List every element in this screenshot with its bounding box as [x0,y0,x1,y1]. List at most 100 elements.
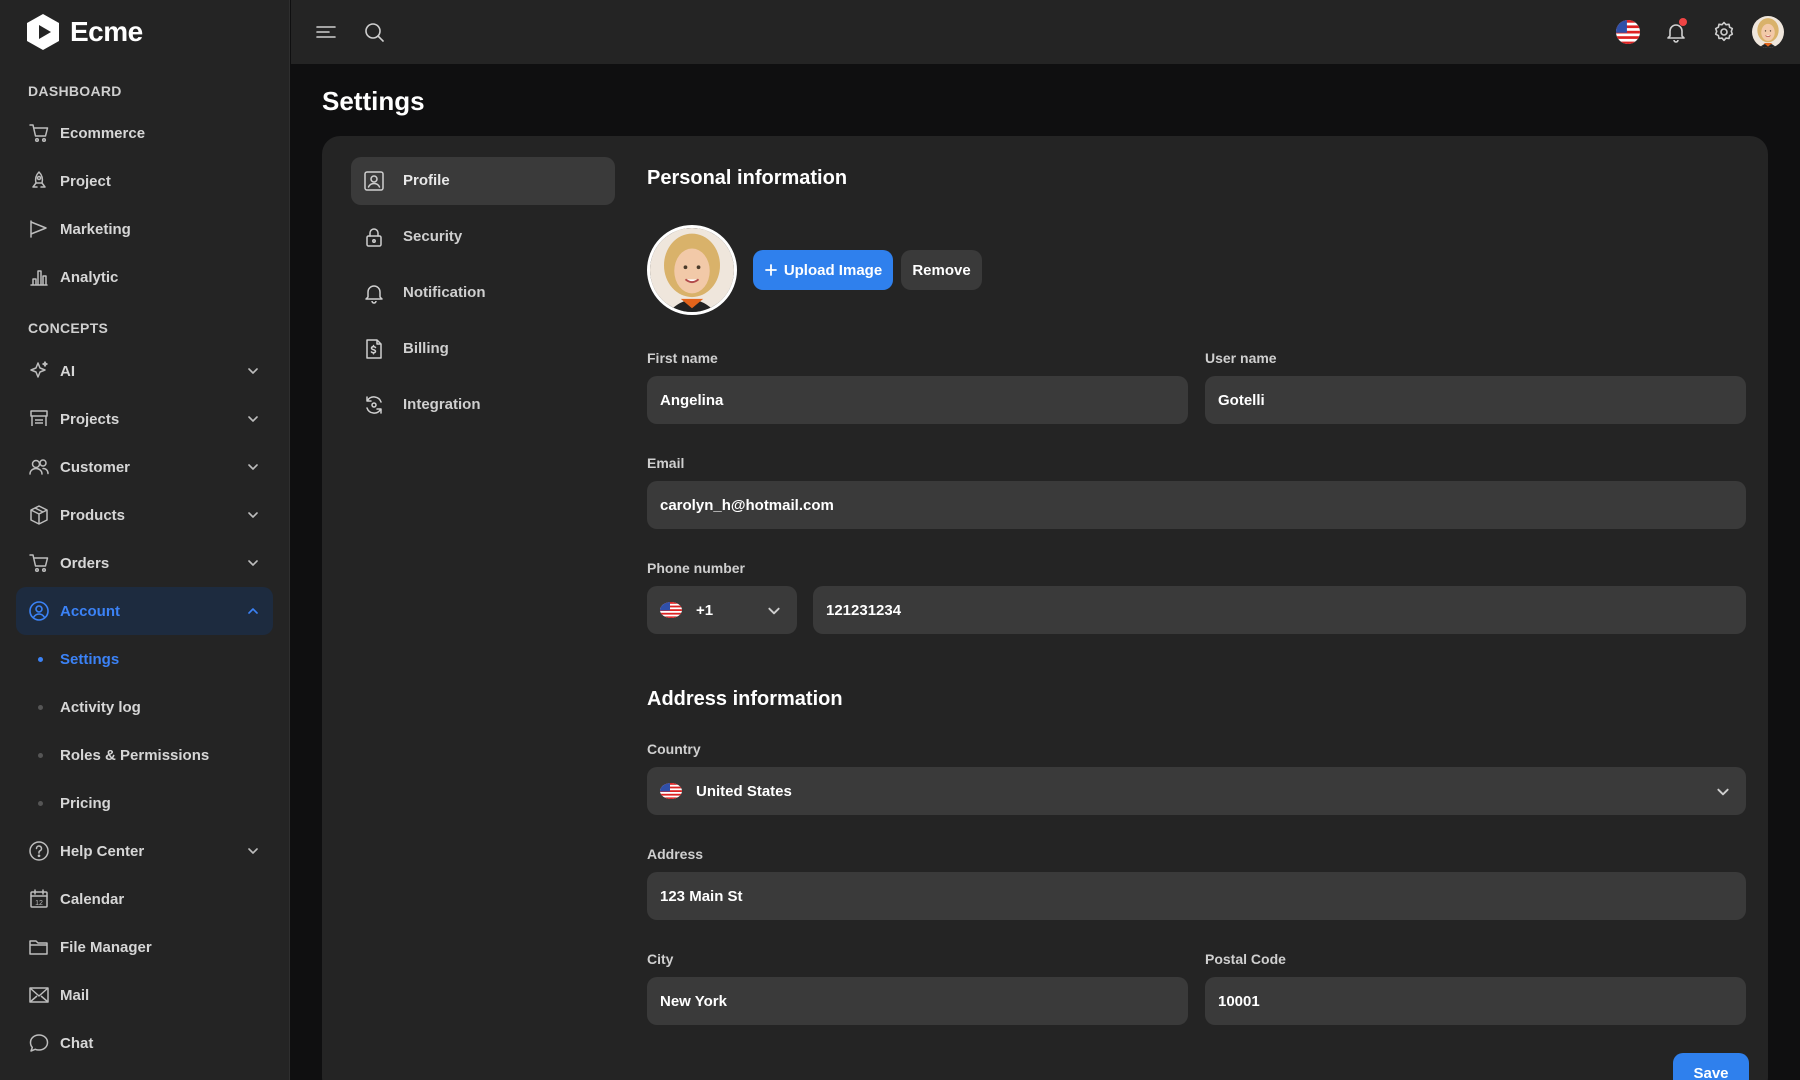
sidebar-item-projects[interactable]: Projects [16,395,273,443]
us-flag-icon [660,783,682,799]
app-logo[interactable]: Ecme [24,12,143,52]
logo-icon [27,14,59,50]
sidebar-subitem-activity-log[interactable]: Activity log [16,685,273,729]
tab-label: Profile [403,172,450,189]
lock-icon [366,228,382,247]
dial-code-select[interactable]: +1 [647,586,797,634]
city-field[interactable]: New York [647,977,1188,1025]
sidebar-item-ai[interactable]: AI [16,347,273,395]
sidebar-item-mail[interactable]: Mail [16,971,273,1019]
sidebar-item-products[interactable]: Products [16,491,273,539]
email-field[interactable]: carolyn_h@hotmail.com [647,481,1746,529]
phone-label: Phone number [647,560,746,576]
sidebar-subitem-settings[interactable]: Settings [16,637,273,681]
bullet-dot [38,656,43,662]
sidebar-item-help-center[interactable]: Help Center [16,827,273,875]
invoice-icon [366,339,382,359]
users-icon [29,459,49,475]
sidebar-item-calendar[interactable]: 12 Calendar [16,875,273,923]
sidebar-item-label: Marketing [60,220,131,238]
tab-profile[interactable]: Profile [351,157,615,205]
postal-code-field[interactable]: 10001 [1205,977,1746,1025]
chevron-up-icon [248,608,258,614]
sidebar: Ecme DASHBOARD Ecommerce Project Marketi… [0,0,290,1080]
mail-icon [29,987,49,1003]
profile-avatar [647,225,737,315]
bullet-dot [38,704,43,710]
sidebar-item-marketing[interactable]: Marketing [16,205,273,253]
gear-icon[interactable] [1712,20,1736,44]
save-button[interactable]: Save [1673,1053,1749,1080]
sidebar-item-chat[interactable]: Chat [16,1019,273,1067]
address-field[interactable]: 123 Main St [647,872,1746,920]
country-label: Country [647,741,701,757]
phone-number-field[interactable]: 121231234 [813,586,1746,634]
sidebar-subitem-label: Roles & Permissions [60,746,210,764]
sidebar-subitem-pricing[interactable]: Pricing [16,781,273,825]
tab-integration[interactable]: Integration [351,381,615,429]
chevron-down-icon [247,509,259,521]
sidebar-item-ecommerce[interactable]: Ecommerce [16,109,273,157]
calendar-icon: 12 [30,889,48,908]
sidebar-item-file-manager[interactable]: File Manager [16,923,273,971]
country-select[interactable]: United States [647,767,1746,815]
tab-label: Security [403,228,463,245]
box-icon [30,505,48,525]
sidebar-item-analytic[interactable]: Analytic [16,253,273,301]
email-label: Email [647,455,685,471]
profile-icon [364,171,384,191]
top-bar [291,0,1800,64]
personal-info-heading: Personal information [647,167,848,189]
user-avatar[interactable] [1752,16,1784,48]
sidebar-item-label: AI [60,362,75,380]
sidebar-item-label: Help Center [60,842,145,860]
chevron-down-icon [247,365,259,377]
us-flag-icon [660,602,682,618]
tab-billing[interactable]: Billing [351,325,615,373]
sidebar-item-orders[interactable]: Orders [16,539,273,587]
country-value: United States [696,782,792,800]
folder-icon [29,940,48,955]
sidebar-item-label: Ecommerce [60,124,146,142]
tab-notification[interactable]: Notification [351,269,615,317]
page-title: Settings [322,86,425,116]
address-label: Address [647,846,704,862]
sidebar-item-label: Project [60,172,111,190]
tab-label: Integration [403,396,481,413]
sidebar-item-project[interactable]: Project [16,157,273,205]
chevron-down-icon [247,461,259,473]
dial-code-value: +1 [696,601,714,619]
sidebar-subitem-label: Settings [60,650,120,668]
sidebar-item-label: Analytic [60,268,119,286]
section-title-concepts: CONCEPTS [28,320,109,336]
postal-code-label: Postal Code [1205,951,1286,967]
sidebar-item-customer[interactable]: Customer [16,443,273,491]
help-circle-icon [29,841,49,861]
sidebar-subitem-roles-permissions[interactable]: Roles & Permissions [16,733,273,777]
bell-icon [365,285,383,304]
search-icon[interactable] [362,20,386,44]
menu-toggle-icon[interactable] [314,20,338,44]
user-name-field[interactable]: Gotelli [1205,376,1746,424]
sidebar-item-label: Customer [60,458,131,476]
rocket-icon [32,171,46,188]
first-name-field[interactable]: Angelina [647,376,1188,424]
sidebar-item-label: Chat [60,1034,94,1052]
sidebar-item-label: File Manager [60,938,152,956]
plus-icon [764,264,777,276]
language-flag-icon[interactable] [1616,20,1640,44]
tab-label: Billing [403,340,449,357]
upload-image-button[interactable]: Upload Image [753,250,893,290]
remove-image-button[interactable]: Remove [901,250,982,290]
cart-icon [29,124,49,143]
sidebar-item-label: Account [60,602,120,620]
sidebar-item-account[interactable]: Account [16,587,273,635]
sidebar-item-label: Products [60,506,126,524]
sidebar-subitem-label: Activity log [60,698,141,716]
address-info-heading: Address information [647,688,843,710]
bar-chart-icon [30,270,48,286]
sidebar-item-label: Orders [60,554,110,572]
tab-security[interactable]: Security [351,213,615,261]
sidebar-subitem-label: Pricing [60,794,111,812]
sidebar-item-label: Projects [60,410,120,428]
